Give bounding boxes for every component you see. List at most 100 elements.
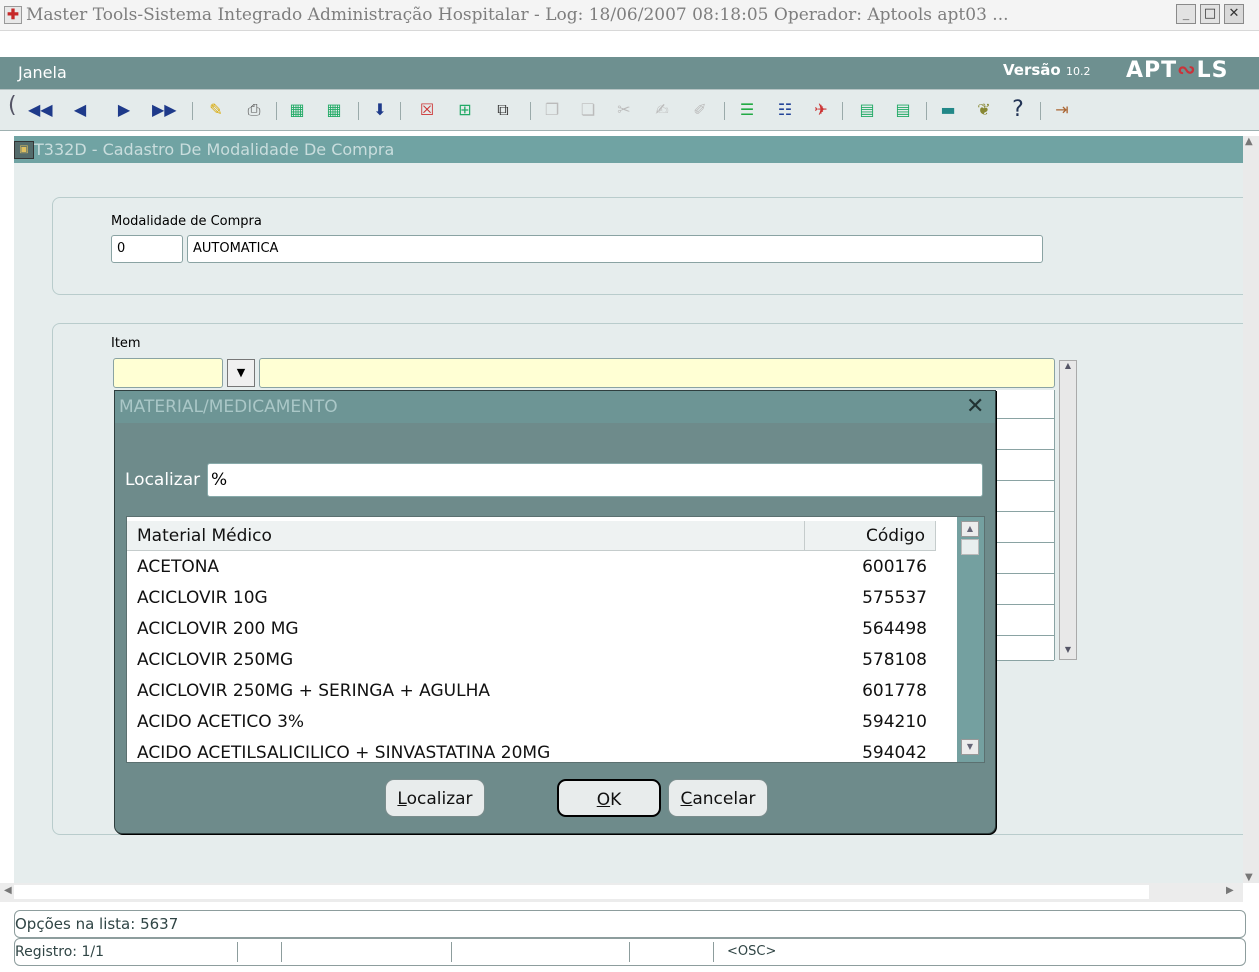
list-item[interactable]: ACICLOVIR 10G 575537 [127, 583, 957, 614]
status-mode: <OSC> [727, 944, 777, 959]
aptools-logo: APT∾LS [1126, 58, 1229, 83]
material-code: 578108 [862, 650, 927, 670]
list-item[interactable]: ACIDO ACETICO 3% 594210 [127, 707, 957, 738]
edit-icon[interactable]: ✎ [203, 100, 229, 120]
column-header-codigo[interactable]: Código [805, 521, 936, 551]
dialog-title: MATERIAL/MEDICAMENTO [119, 397, 338, 417]
column-header-material[interactable]: Material Médico [127, 521, 805, 551]
results-scrollbar[interactable]: ▲ ▼ [957, 517, 984, 762]
scroll-left-icon[interactable]: ◀ [4, 885, 12, 896]
form-horizontal-scrollbar[interactable]: ◀ ▶ [0, 883, 1243, 902]
find-input[interactable] [207, 463, 983, 497]
modalidade-code-field[interactable]: 0 [111, 235, 183, 263]
list-item[interactable]: ACETONA 600176 [127, 552, 957, 583]
item-dropdown-button[interactable]: ▼ [227, 359, 255, 387]
version-label: Versão 10.2 [1003, 61, 1091, 79]
minimize-button[interactable]: _ [1176, 4, 1196, 24]
form-window-icon: ▣ [14, 141, 34, 159]
last-record-icon[interactable]: ▶▶ [152, 100, 177, 120]
toolbar-handle: ( [8, 93, 17, 118]
results-scroll-thumb[interactable] [961, 539, 979, 555]
form-vertical-scrollbar[interactable]: ▲ ▼ [1243, 136, 1259, 883]
item-scrollbar[interactable]: ▲ ▼ [1059, 360, 1077, 660]
horizontal-scroll-thumb[interactable] [14, 885, 1149, 899]
close-icon[interactable]: ✕ [966, 392, 984, 422]
status-options-count: Opções na lista: 5637 [15, 915, 179, 933]
app-icon: ✚ [4, 6, 22, 24]
copy-icon[interactable]: ❐ [540, 100, 564, 120]
item-description-field[interactable] [259, 358, 1055, 388]
list-item[interactable]: ACICLOVIR 250MG + SERINGA + AGULHA 601778 [127, 676, 957, 707]
cancel-button[interactable]: Cancelar [668, 779, 768, 817]
results-scroll-up-icon[interactable]: ▲ [961, 521, 979, 537]
paste-icon[interactable]: ❏ [576, 100, 600, 120]
help-icon[interactable]: ? [1008, 99, 1028, 121]
material-code: 601778 [862, 681, 927, 701]
previous-record-icon[interactable]: ◀ [72, 100, 88, 120]
menu-bar: Janela Versão 10.2 APT∾LS [0, 57, 1259, 89]
clear-field-icon[interactable]: ✐ [688, 100, 712, 120]
form-title: T332D - Cadastro De Modalidade De Compra [34, 140, 395, 159]
find-label: Localizar [125, 470, 201, 490]
dialog-title-bar: MATERIAL/MEDICAMENTO ✕ [115, 391, 995, 423]
duplicate-icon[interactable]: ⧉ [490, 100, 516, 120]
screen-icon[interactable]: ▬ [936, 100, 960, 120]
item-grid-rows [993, 390, 1055, 660]
help-wizard-icon[interactable]: ❦ [972, 100, 996, 120]
material-name: ACIDO ACETICO 3% [137, 712, 305, 732]
results-list[interactable]: Material Médico Código ACETONA 600176 ACIC… [126, 516, 985, 763]
modalidade-label: Modalidade de Compra [111, 214, 262, 229]
menu-janela[interactable]: Janela [18, 63, 67, 82]
material-name: ACICLOVIR 250MG + SERINGA + AGULHA [137, 681, 490, 701]
scroll-down-icon[interactable]: ▼ [1245, 872, 1253, 883]
calc-icon[interactable]: ▤ [854, 100, 880, 120]
ok-button[interactable]: OK [557, 779, 661, 817]
next-record-icon[interactable]: ▶ [116, 100, 132, 120]
edit-field-icon[interactable]: ✍ [650, 100, 674, 120]
close-window-button[interactable]: ✕ [1224, 4, 1244, 24]
first-record-icon[interactable]: ◀◀ [28, 100, 53, 120]
maximize-button[interactable]: □ [1200, 4, 1220, 24]
exit-icon[interactable]: ⇥ [1050, 100, 1074, 120]
form-title-bar: ▣ T332D - Cadastro De Modalidade De Comp… [14, 136, 1243, 163]
window-title: Master Tools-Sistema Integrado Administr… [26, 5, 1009, 25]
scroll-up-icon[interactable]: ▲ [1245, 136, 1253, 147]
calc2-icon[interactable]: ▤ [890, 100, 916, 120]
status-record: Registro: 1/1 [15, 944, 104, 960]
save-icon[interactable]: ⬇ [372, 100, 388, 120]
cut-icon[interactable]: ✂ [612, 100, 636, 120]
material-code: 594210 [862, 712, 927, 732]
material-code: 600176 [862, 557, 927, 577]
clear-query-icon[interactable]: ▦ [320, 100, 348, 120]
print-icon[interactable]: ⎙ [241, 100, 267, 120]
material-code: 575537 [862, 588, 927, 608]
modalidade-name-field[interactable]: AUTOMATICA [187, 235, 1043, 263]
list-item[interactable]: ACIDO ACETILSALICILICO + SINVASTATINA 20… [127, 738, 957, 763]
insert-record-icon[interactable]: ⊞ [452, 100, 478, 120]
material-name: ACIDO ACETILSALICILICO + SINVASTATINA 20… [137, 743, 551, 763]
window-title-bar: ✚ Master Tools-Sistema Integrado Adminis… [0, 0, 1259, 31]
query-icon[interactable]: ▦ [284, 100, 310, 120]
delete-record-icon[interactable]: ☒ [414, 100, 440, 120]
item-code-field[interactable] [113, 358, 223, 388]
material-name: ACICLOVIR 250MG [137, 650, 294, 670]
tools-icon[interactable]: ✈ [808, 100, 834, 120]
lov-dialog: MATERIAL/MEDICAMENTO ✕ Localizar Materia… [114, 390, 996, 834]
list-item[interactable]: ACICLOVIR 250MG 578108 [127, 645, 957, 676]
list-icon[interactable]: ☰ [734, 100, 760, 120]
material-code: 564498 [862, 619, 927, 639]
scroll-right-icon[interactable]: ▶ [1226, 885, 1234, 896]
material-code: 594042 [862, 743, 927, 763]
item-scroll-up-icon[interactable]: ▲ [1061, 361, 1075, 375]
item-scroll-down-icon[interactable]: ▼ [1061, 645, 1075, 659]
material-name: ACICLOVIR 200 MG [137, 619, 299, 639]
menu-icon[interactable]: ☷ [772, 100, 798, 120]
item-label: Item [111, 336, 141, 351]
status-bar-messages: Opções na lista: 5637 [14, 910, 1246, 938]
results-scroll-down-icon[interactable]: ▼ [961, 739, 979, 755]
material-name: ACICLOVIR 10G [137, 588, 268, 608]
status-bar-record: Registro: 1/1 <OSC> [14, 938, 1246, 966]
modalidade-panel: Modalidade de Compra 0 AUTOMATICA [52, 197, 1258, 295]
list-item[interactable]: ACICLOVIR 200 MG 564498 [127, 614, 957, 645]
find-button[interactable]: Localizar [385, 779, 485, 817]
